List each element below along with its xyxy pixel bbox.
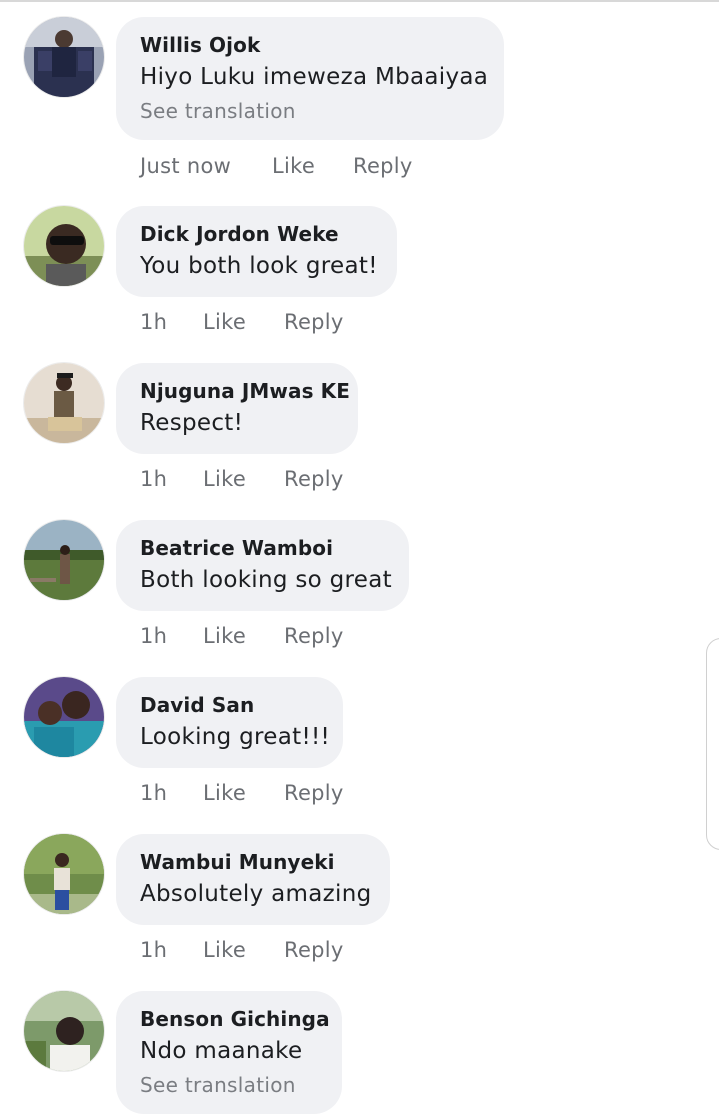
reply-button[interactable]: Reply [284, 938, 344, 962]
avatar-photo-icon [24, 834, 104, 914]
avatar[interactable] [24, 363, 104, 443]
comment-text: Hiyo Luku imeweza Mbaaiyaa [140, 64, 489, 90]
avatar-photo-icon [24, 17, 104, 97]
comment-author[interactable]: David San [140, 690, 319, 720]
avatar-photo-icon [24, 520, 104, 600]
comment-author[interactable]: Beatrice Wamboi [140, 533, 385, 563]
reply-button[interactable]: Reply [284, 310, 344, 334]
comment-author[interactable]: Wambui Munyeki [140, 847, 366, 877]
comment-bubble: Willis Ojok Hiyo Luku imeweza Mbaaiyaa S… [116, 17, 504, 140]
like-button[interactable]: Like [203, 781, 246, 805]
like-button[interactable]: Like [203, 467, 246, 491]
avatar-photo-icon [24, 363, 104, 443]
avatar[interactable] [24, 17, 104, 97]
comment-bubble: David San Looking great!!! [116, 677, 343, 768]
avatar[interactable] [24, 834, 104, 914]
reply-button[interactable]: Reply [353, 154, 413, 178]
comment-bubble: Beatrice Wamboi Both looking so great [116, 520, 409, 611]
avatar[interactable] [24, 991, 104, 1071]
comment-timestamp[interactable]: 1h [140, 310, 167, 334]
comment-timestamp[interactable]: Just now [140, 154, 231, 178]
comment-text: Ndo maanake [140, 1038, 303, 1064]
comment-author[interactable]: Willis Ojok [140, 30, 480, 60]
comment-bubble: Njuguna JMwas KE Respect! [116, 363, 358, 454]
comment-timestamp[interactable]: 1h [140, 624, 167, 648]
avatar[interactable] [24, 520, 104, 600]
like-button[interactable]: Like [272, 154, 315, 178]
comment-author[interactable]: Benson Gichinga [140, 1004, 330, 1034]
comment-text: Both looking so great [140, 567, 392, 593]
comment-text: You both look great! [140, 253, 378, 279]
avatar[interactable] [24, 206, 104, 286]
reply-button[interactable]: Reply [284, 781, 344, 805]
comment-timestamp[interactable]: 1h [140, 938, 167, 962]
like-button[interactable]: Like [203, 938, 246, 962]
like-button[interactable]: Like [203, 624, 246, 648]
see-translation-link[interactable]: See translation [140, 94, 480, 128]
comment-bubble: Wambui Munyeki Absolutely amazing [116, 834, 390, 925]
avatar-photo-icon [24, 206, 104, 286]
comment-timestamp[interactable]: 1h [140, 467, 167, 491]
like-button[interactable]: Like [203, 310, 246, 334]
avatar-photo-icon [24, 991, 104, 1071]
see-translation-link[interactable]: See translation [140, 1068, 318, 1102]
comment-text: Looking great!!! [140, 724, 331, 750]
avatar-photo-icon [24, 677, 104, 757]
comment-timestamp[interactable]: 1h [140, 781, 167, 805]
comment-list: Willis Ojok Hiyo Luku imeweza Mbaaiyaa S… [0, 0, 719, 1114]
comment-text: Absolutely amazing [140, 881, 372, 907]
comment-bubble: Benson Gichinga Ndo maanake See translat… [116, 991, 342, 1114]
comment-text: Respect! [140, 410, 244, 436]
comment-author[interactable]: Dick Jordon Weke [140, 219, 373, 249]
comment-bubble: Dick Jordon Weke You both look great! [116, 206, 397, 297]
reply-button[interactable]: Reply [284, 467, 344, 491]
reply-button[interactable]: Reply [284, 624, 344, 648]
avatar[interactable] [24, 677, 104, 757]
comment-author[interactable]: Njuguna JMwas KE [140, 376, 350, 406]
side-panel-edge[interactable] [706, 638, 719, 850]
